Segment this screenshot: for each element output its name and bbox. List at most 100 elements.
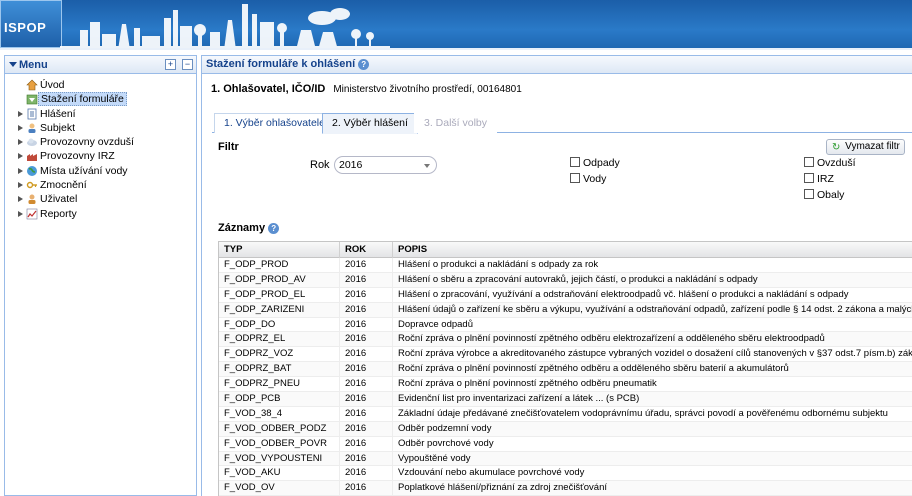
records-grid: TYP ROK POPIS F_ODP_PROD 2016 Hlášení o pr… xyxy=(218,241,912,496)
expand-arrow-icon[interactable] xyxy=(18,196,23,203)
collapse-all-icon[interactable]: − xyxy=(182,59,193,70)
cell-typ: F_ODPRZ_VOZ xyxy=(219,347,340,362)
table-row[interactable]: F_ODPRZ_EL 2016 Roční zpráva o plnění povi… xyxy=(219,332,912,348)
table-row[interactable]: F_VOD_OV 2016 Poplatkové hlášení/přiznání … xyxy=(219,481,912,496)
menu-item-subjekt[interactable]: Subjekt xyxy=(5,121,196,135)
applicant-info: 1. Ohlašovatel, IČO/ID Ministerstvo život… xyxy=(211,83,522,95)
tab-vyber-ohlasovatele[interactable]: 1. Výběr ohlašovatele xyxy=(214,113,335,133)
cell-popis: Roční zpráva o plnění povinností zpětnéh… xyxy=(393,362,912,376)
checkbox-box[interactable] xyxy=(570,173,580,183)
table-row[interactable]: F_VOD_ODBER_POVR 2016 Odběr povrchové vody xyxy=(219,436,912,452)
menu-title: Menu xyxy=(19,59,48,71)
expand-arrow-icon[interactable] xyxy=(18,182,23,189)
cell-popis: Vypouštěné vody xyxy=(393,452,912,466)
checkbox-box[interactable] xyxy=(804,173,814,183)
menu-item-stazeni-formulare[interactable]: Stažení formuláře xyxy=(5,92,196,107)
menu-item-mista-uzivani-vody[interactable]: Místa užívání vody xyxy=(5,164,196,178)
expand-arrow-icon[interactable] xyxy=(18,139,23,146)
checkbox-ovzdusi[interactable]: Ovzduší xyxy=(804,157,856,170)
help-icon[interactable]: ? xyxy=(268,223,280,234)
collapse-triangle-icon[interactable] xyxy=(9,62,17,67)
cell-rok: 2016 xyxy=(340,287,393,302)
expand-arrow-icon[interactable] xyxy=(18,153,23,160)
menu-item-label: Místa užívání vody xyxy=(40,164,128,177)
expand-all-icon[interactable]: + xyxy=(165,59,176,70)
table-row[interactable]: F_ODP_PROD 2016 Hlášení o produkci a naklá… xyxy=(219,258,912,273)
table-row[interactable]: F_VOD_ODBER_PODZ 2016 Odběr podzemní vody xyxy=(219,421,912,437)
home-icon xyxy=(26,79,38,91)
checkbox-label: IRZ xyxy=(817,173,834,185)
clear-filter-label: Vymazat filtr xyxy=(845,141,900,152)
menu-tree: Úvod Stažení formuláře Hlášení Subjekt P… xyxy=(5,78,196,221)
menu-item-label: Reporty xyxy=(40,207,77,220)
help-icon[interactable]: ? xyxy=(358,59,370,70)
column-header-popis[interactable]: POPIS xyxy=(393,242,912,258)
menu-item-provozovny-irz[interactable]: Provozovny IRZ xyxy=(5,149,196,163)
table-row[interactable]: F_VOD_VYPOUSTENI 2016 Vypouštěné vody xyxy=(219,451,912,467)
checkbox-box[interactable] xyxy=(570,157,580,167)
cell-popis: Odběr povrchové vody xyxy=(393,437,912,451)
menu-panel-header: Menu + − xyxy=(5,56,196,74)
cell-popis: Roční zpráva o plnění povinností zpětnéh… xyxy=(393,332,912,346)
cell-rok: 2016 xyxy=(340,481,393,496)
menu-item-uzivatel[interactable]: Uživatel xyxy=(5,192,196,206)
cell-typ: F_VOD_38_4 xyxy=(219,406,340,421)
year-select[interactable]: 2016 xyxy=(334,156,437,174)
cell-typ: F_ODP_PCB xyxy=(219,392,340,406)
cell-popis: Hlášení o produkci a nakládání s odpady … xyxy=(393,258,912,272)
menu-item-zmocneni[interactable]: Zmocnění xyxy=(5,178,196,192)
table-row[interactable]: F_ODP_PROD_AV 2016 Hlášení o sběru a zprac… xyxy=(219,272,912,288)
clear-filter-button[interactable]: ↻ Vymazat filtr xyxy=(826,139,905,155)
expand-arrow-icon[interactable] xyxy=(18,210,23,217)
checkbox-box[interactable] xyxy=(804,157,814,167)
table-row[interactable]: F_ODPRZ_PNEU 2016 Roční zpráva o plnění po… xyxy=(219,377,912,393)
ispop-logo[interactable]: ISPOP xyxy=(0,0,62,48)
chevron-down-icon[interactable] xyxy=(424,164,430,168)
cell-rok: 2016 xyxy=(340,302,393,317)
report-list-icon xyxy=(27,108,37,119)
cell-typ: F_ODP_DO xyxy=(219,317,340,332)
cell-rok: 2016 xyxy=(340,317,393,332)
cell-rok: 2016 xyxy=(340,436,393,451)
applicant-label: 1. Ohlašovatel, IČO/ID xyxy=(211,83,326,95)
table-row[interactable]: F_VOD_38_4 2016 Základní údaje předávané z… xyxy=(219,406,912,422)
menu-item-hlaseni[interactable]: Hlášení xyxy=(5,107,196,121)
menu-panel: Menu + − Úvod Stažení formuláře Hlášení … xyxy=(4,55,197,496)
column-header-typ[interactable]: TYP xyxy=(219,242,340,258)
expand-arrow-icon[interactable] xyxy=(18,124,23,131)
table-row[interactable]: F_ODP_PROD_EL 2016 Hlášení o zpracování, v… xyxy=(219,287,912,303)
cell-popis: Základní údaje předávané znečišťovatelem… xyxy=(393,407,912,421)
cell-popis: Evidenční list pro inventarizaci zařízen… xyxy=(393,392,912,406)
filter-title: Filtr xyxy=(218,141,239,153)
tab-dalsi-volby: 3. Další volby xyxy=(414,113,498,133)
cell-popis: Vzdouvání nebo akumulace povrchové vody xyxy=(393,466,912,480)
menu-item-label: Úvod xyxy=(40,79,65,91)
table-row[interactable]: F_VOD_AKU 2016 Vzdouvání nebo akumulace po… xyxy=(219,466,912,482)
checkbox-vody[interactable]: Vody xyxy=(570,173,606,186)
cell-popis: Odběr podzemní vody xyxy=(393,422,912,436)
cell-typ: F_VOD_ODBER_POVR xyxy=(219,436,340,451)
table-row[interactable]: F_ODP_DO 2016 Dopravce odpadů xyxy=(219,317,912,333)
cell-rok: 2016 xyxy=(340,392,393,406)
expand-arrow-icon[interactable] xyxy=(18,110,23,117)
menu-item-label: Subjekt xyxy=(40,121,76,134)
menu-item-provozovny-ovzdusi[interactable]: Provozovny ovzduší xyxy=(5,135,196,149)
records-title: Záznamy ? xyxy=(218,222,280,234)
table-row[interactable]: F_ODPRZ_BAT 2016 Roční zpráva o plnění pov… xyxy=(219,362,912,378)
checkbox-box[interactable] xyxy=(804,189,814,199)
expand-arrow-icon[interactable] xyxy=(18,167,23,174)
checkbox-obaly[interactable]: Obaly xyxy=(804,189,844,202)
cell-rok: 2016 xyxy=(340,466,393,481)
table-row[interactable]: F_ODP_ZARIZENI 2016 Hlášení údajů o zaříze… xyxy=(219,302,912,318)
checkbox-irz[interactable]: IRZ xyxy=(804,173,834,186)
table-row[interactable]: F_ODP_PCB 2016 Evidenční list pro inventar… xyxy=(219,392,912,407)
menu-item-uvod[interactable]: Úvod xyxy=(5,78,196,92)
column-header-rok[interactable]: ROK xyxy=(340,242,393,258)
menu-item-reporty[interactable]: Reporty xyxy=(5,207,196,221)
checkbox-odpady[interactable]: Odpady xyxy=(570,157,620,170)
table-row[interactable]: F_ODPRZ_VOZ 2016 Roční zpráva výrobce a ak… xyxy=(219,347,912,363)
user-icon xyxy=(28,194,36,205)
tab-vyber-hlaseni[interactable]: 2. Výběr hlášení xyxy=(322,113,418,134)
cell-popis: Hlášení o zpracování, využívání a odstra… xyxy=(393,288,912,302)
cell-popis: Roční zpráva o plnění povinností zpětnéh… xyxy=(393,377,912,391)
